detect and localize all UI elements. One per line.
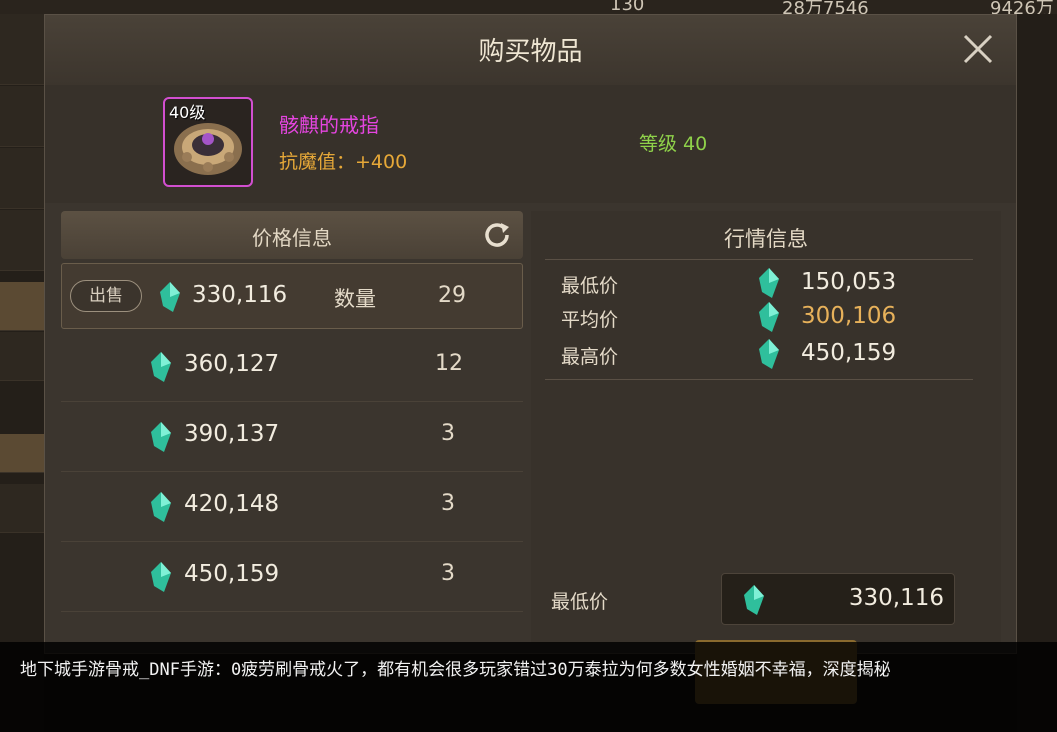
price-info-title: 价格信息	[252, 226, 332, 250]
gem-icon	[160, 282, 180, 312]
listing-row[interactable]: 360,127 12	[61, 331, 523, 402]
sell-button[interactable]: 出售	[70, 280, 142, 312]
quantity-label: 数量	[334, 287, 376, 311]
listing-quantity: 3	[441, 491, 455, 516]
listing-price: 330,116	[192, 282, 288, 308]
divider	[545, 259, 973, 260]
bg-value-1: 130	[610, 0, 645, 15]
item-stat: 抗魔值：+400	[279, 151, 408, 173]
close-icon	[963, 34, 993, 64]
listing-quantity: 3	[441, 561, 455, 586]
avg-price-value: 300,106	[801, 303, 897, 329]
background-left-sidebar	[0, 14, 44, 732]
price-info-panel: 价格信息 出售 330,116 数量 29 360,127 12 390,137…	[61, 211, 523, 643]
avg-price-label: 平均价	[561, 309, 619, 331]
gem-icon	[759, 339, 779, 369]
listing-price: 390,137	[184, 421, 280, 447]
item-level-badge: 40级	[169, 103, 206, 122]
divider	[545, 379, 973, 380]
listing-quantity: 29	[438, 283, 466, 308]
listing-row[interactable]: 450,159 3	[61, 541, 523, 612]
max-price-label: 最高价	[561, 346, 619, 368]
buy-item-dialog: 购买物品 40级 骸麒的戒指 抗魔值：+400 等级 40 价格信息 出售 33…	[44, 14, 1017, 654]
gem-icon	[151, 492, 171, 522]
listing-price: 450,159	[184, 561, 280, 587]
caption-overlay: 地下城手游骨戒_DNF手游：0疲劳刷骨戒火了，都有机会很多玩家错过30万泰拉为何…	[0, 642, 1057, 732]
listing-price: 360,127	[184, 351, 280, 377]
price-info-header: 价格信息	[61, 211, 523, 259]
gem-icon	[759, 302, 779, 332]
refresh-button[interactable]	[481, 219, 513, 251]
listing-row[interactable]: 420,148 3	[61, 471, 523, 542]
item-name: 骸麒的戒指	[279, 113, 379, 137]
item-summary: 40级 骸麒的戒指 抗魔值：+400 等级 40	[45, 85, 1016, 203]
gem-icon	[151, 352, 171, 382]
lowest-price-label: 最低价	[551, 591, 609, 613]
market-info-panel: 行情信息 最低价 150,053 平均价 300,106 最高价 450,159…	[531, 211, 1001, 643]
listing-quantity: 12	[435, 351, 463, 376]
dialog-title: 购买物品	[478, 37, 583, 67]
close-button[interactable]	[958, 29, 998, 69]
dialog-titlebar: 购买物品	[45, 15, 1016, 86]
min-price-label: 最低价	[561, 275, 619, 297]
gem-icon	[151, 422, 171, 452]
market-info-title: 行情信息	[724, 227, 808, 251]
lowest-price-field[interactable]: 330,116	[721, 573, 955, 625]
min-price-value: 150,053	[801, 269, 897, 295]
listing-price: 420,148	[184, 491, 280, 517]
listing-quantity: 3	[441, 421, 455, 446]
caption-text: 地下城手游骨戒_DNF手游：0疲劳刷骨戒火了，都有机会很多玩家错过30万泰拉为何…	[20, 660, 891, 680]
background-right-edge	[1017, 14, 1057, 732]
gem-icon	[759, 268, 779, 298]
background-top-bar: 130 28万7546 9426万	[0, 0, 1057, 19]
listing-row[interactable]: 390,137 3	[61, 401, 523, 472]
gem-icon	[151, 562, 171, 592]
refresh-icon	[485, 223, 509, 247]
item-icon[interactable]: 40级	[163, 97, 253, 187]
max-price-value: 450,159	[801, 340, 897, 366]
item-grade: 等级 40	[639, 133, 708, 155]
selected-listing-row[interactable]: 出售 330,116 数量 29	[61, 263, 523, 329]
lowest-price-value: 330,116	[848, 585, 944, 611]
gem-icon	[744, 585, 764, 615]
